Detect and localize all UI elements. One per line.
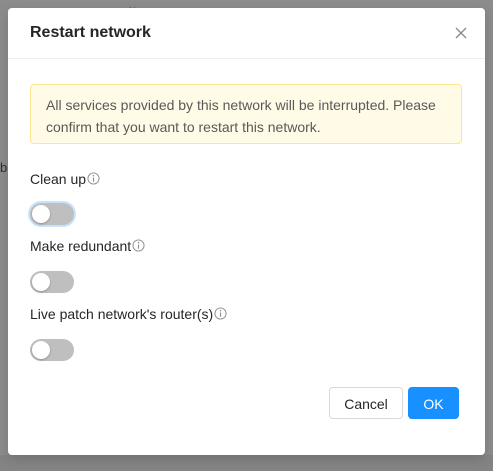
dialog-header: Restart network [8,8,485,59]
clean-up-toggle[interactable] [30,203,74,225]
restart-network-dialog: Restart network All services provided by… [8,8,485,455]
make-redundant-toggle[interactable] [30,271,74,293]
live-patch-toggle[interactable] [30,339,74,361]
live-patch-label-text: Live patch network's router(s) [30,306,214,322]
toggle-knob [32,341,50,359]
toggle-knob [32,205,50,223]
info-icon[interactable] [132,239,145,252]
close-icon [455,27,467,39]
clean-up-label: Clean up [30,170,100,188]
clean-up-label-text: Clean up [30,171,87,187]
close-button[interactable] [451,23,471,43]
live-patch-label: Live patch network's router(s) [30,305,227,323]
make-redundant-label: Make redundant [30,237,145,255]
info-icon[interactable] [214,307,227,320]
warning-alert: All services provided by this network wi… [30,84,462,144]
cancel-button[interactable]: Cancel [329,387,403,419]
ok-button[interactable]: OK [408,387,459,419]
make-redundant-label-text: Make redundant [30,238,132,254]
info-icon[interactable] [87,172,100,185]
dialog-title: Restart network [30,24,151,41]
toggle-knob [32,273,50,291]
